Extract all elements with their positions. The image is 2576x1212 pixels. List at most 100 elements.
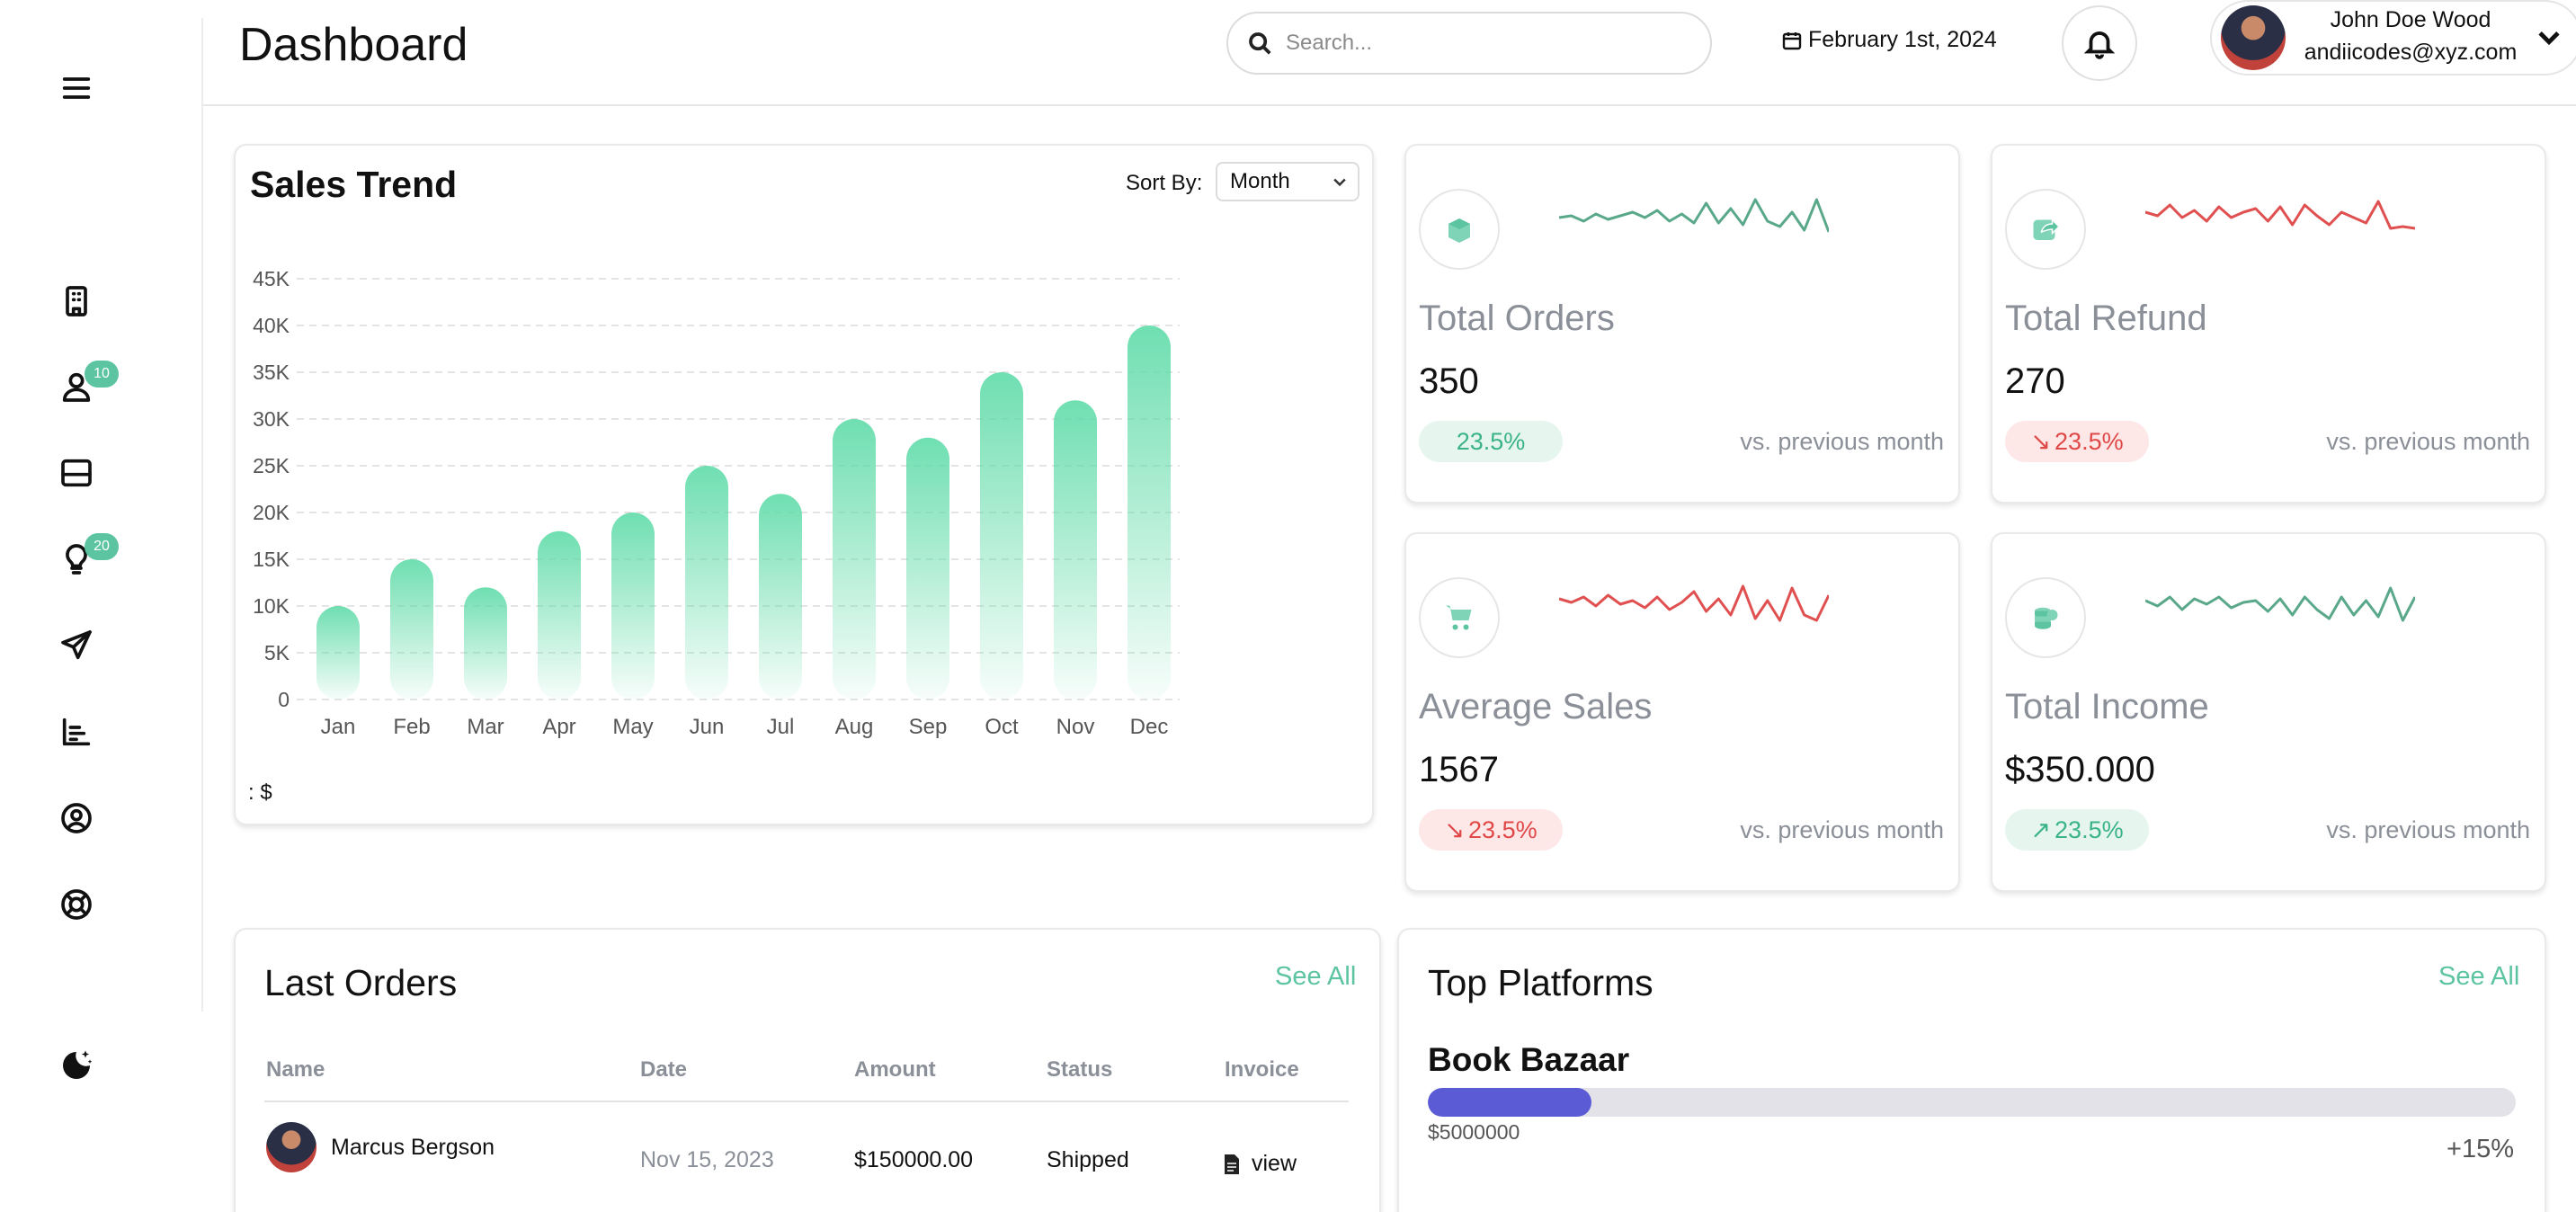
chevron-down-icon[interactable]	[2534, 22, 2564, 52]
invoice-view-link[interactable]: view	[1223, 1151, 1297, 1177]
x-tick-label: Nov	[1056, 715, 1095, 739]
calendar-icon	[1782, 31, 1802, 49]
stat-label: Total Orders	[1419, 299, 1615, 338]
avatar	[2221, 5, 2286, 70]
sidebar-divider	[201, 18, 203, 1011]
chart-currency-note: : $	[248, 780, 272, 805]
lifebuoy-icon	[61, 889, 92, 920]
bar-chart-icon	[62, 717, 91, 746]
platform-change: +15%	[2447, 1135, 2514, 1163]
platform-name: Book Bazaar	[1428, 1041, 1630, 1078]
header: Dashboard February 1st, 2024 John Doe Wo…	[203, 0, 2576, 106]
trend-up-icon: ↗	[2030, 815, 2052, 843]
change-value: 23.5%	[2055, 427, 2124, 455]
bar-may[interactable]	[611, 512, 655, 700]
search-input[interactable]	[1286, 31, 1681, 56]
trend-down-icon: ↘	[1444, 815, 1466, 843]
top-platforms-card: Top Platforms See All Book Bazaar $50000…	[1397, 928, 2546, 1212]
box-icon	[1448, 218, 1470, 243]
sidebar-item-users[interactable]: 10	[54, 361, 119, 409]
sparkline-path	[1559, 584, 1829, 622]
x-tick-label: Jan	[321, 715, 356, 739]
search-box[interactable]	[1226, 12, 1712, 75]
order-date: Nov 15, 2023	[640, 1147, 774, 1172]
invoice-view-label: view	[1252, 1151, 1297, 1176]
stat-value: 270	[2005, 361, 2065, 401]
bar-jun[interactable]	[685, 466, 728, 700]
stat-value: $350.000	[2005, 750, 2155, 789]
bar-nov[interactable]	[1054, 400, 1097, 700]
stat-card-total-income: Total Income $350.000 ↗ 23.5% vs. previou…	[1991, 532, 2546, 892]
change-value: 23.5%	[1456, 427, 1526, 455]
bar-apr[interactable]	[538, 530, 581, 700]
user-menu[interactable]: John Doe Wood andiicodes@xyz.com	[2210, 0, 2576, 76]
bar-jan[interactable]	[316, 606, 360, 700]
y-tick-label: 45K	[253, 267, 290, 290]
comparison-text: vs. previous month	[1740, 428, 1944, 455]
bar-feb[interactable]	[390, 559, 433, 700]
column-header-name: Name	[266, 1057, 325, 1082]
sidebar-item-inbox[interactable]	[54, 450, 99, 495]
top-platforms-title: Top Platforms	[1428, 962, 1653, 1003]
stat-label: Total Refund	[2005, 299, 2207, 338]
comparison-text: vs. previous month	[2326, 428, 2530, 455]
y-tick-label: 0	[278, 688, 290, 711]
share-icon	[2033, 218, 2061, 240]
sidebar: 10 20	[0, 0, 202, 1212]
column-header-invoice: Invoice	[1225, 1057, 1299, 1082]
sparkline	[2145, 586, 2415, 622]
order-customer-name: Marcus Bergson	[331, 1135, 495, 1160]
notifications-button[interactable]	[2062, 5, 2137, 81]
y-tick-label: 15K	[253, 548, 290, 571]
bar-aug[interactable]	[833, 419, 876, 700]
y-tick-label: 5K	[264, 641, 290, 664]
search-icon	[1249, 32, 1271, 55]
sidebar-item-analytics[interactable]	[54, 709, 99, 754]
sidebar-badge: 20	[85, 533, 119, 560]
change-value: 23.5%	[1468, 815, 1538, 843]
user-email: andiicodes@xyz.com	[2304, 40, 2518, 65]
x-tick-label: Sep	[909, 715, 948, 739]
order-amount: $150000.00	[854, 1147, 974, 1172]
sparkline-path	[2145, 200, 2415, 230]
x-tick-label: Jul	[767, 715, 795, 739]
bar-mar[interactable]	[464, 587, 507, 700]
comparison-text: vs. previous month	[1740, 816, 1944, 843]
bar-dec[interactable]	[1128, 325, 1171, 700]
sidebar-item-profile[interactable]	[54, 796, 99, 841]
send-icon	[61, 630, 92, 660]
stat-value: 350	[1419, 361, 1479, 401]
sidebar-item-support[interactable]	[54, 882, 99, 927]
stat-card-total-orders: Total Orders 350 23.5% vs. previous mont…	[1404, 144, 1960, 504]
change-badge: ↘ 23.5%	[2005, 421, 2149, 462]
y-tick-label: 30K	[253, 407, 290, 431]
y-tick-label: 20K	[253, 501, 290, 524]
x-tick-label: Aug	[835, 715, 874, 739]
inbox-icon	[61, 459, 92, 487]
page-title: Dashboard	[239, 19, 468, 71]
see-all-orders-link[interactable]: See All	[1275, 962, 1356, 992]
change-badge: ↗ 23.5%	[2005, 809, 2149, 851]
y-tick-label: 40K	[253, 314, 290, 337]
theme-toggle-button[interactable]	[54, 1043, 99, 1088]
column-header-status: Status	[1047, 1057, 1113, 1082]
y-tick-label: 35K	[253, 361, 290, 384]
column-header-date: Date	[640, 1057, 688, 1082]
coins-icon	[2035, 607, 2058, 629]
bar-oct[interactable]	[980, 372, 1023, 700]
bar-jul[interactable]	[759, 494, 802, 700]
sidebar-item-ideas[interactable]: 20	[54, 533, 119, 582]
moon-stars-icon	[63, 1050, 93, 1079]
x-tick-label: Oct	[985, 715, 1019, 739]
sidebar-item-send[interactable]	[54, 623, 99, 668]
bar-sep[interactable]	[906, 437, 949, 700]
trend-down-icon: ↘	[2030, 427, 2052, 455]
see-all-platforms-link[interactable]: See All	[2438, 962, 2519, 992]
x-tick-label: Apr	[542, 715, 575, 739]
stat-icon	[2005, 577, 2086, 658]
hamburger-menu-icon[interactable]	[54, 66, 99, 111]
building-icon	[66, 286, 87, 316]
y-tick-label: 10K	[253, 594, 290, 618]
date-display: February 1st, 2024	[1781, 27, 1997, 53]
sidebar-item-building[interactable]	[54, 279, 99, 324]
